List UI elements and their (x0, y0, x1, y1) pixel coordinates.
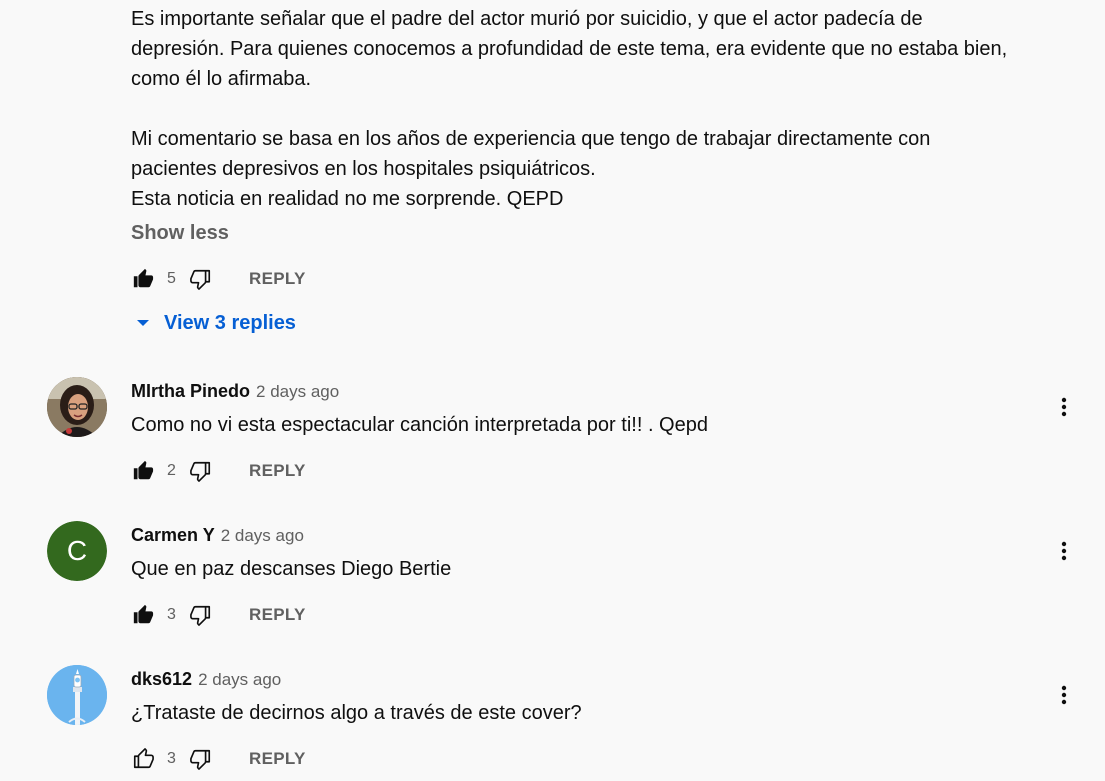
reply-button[interactable]: REPLY (249, 605, 306, 625)
comment-paragraph-2-line-1: Mi comentario se basa en los años de exp… (131, 128, 931, 180)
like-count: 2 (167, 462, 176, 479)
comment-menu-button[interactable] (1052, 539, 1076, 563)
thumbs-up-filled-icon (133, 460, 154, 480)
thumbs-down-icon (190, 605, 211, 626)
like-count: 5 (167, 270, 176, 287)
show-less-button[interactable]: Show less (131, 221, 229, 245)
comment-menu-button[interactable] (1052, 395, 1076, 419)
comment-header: MIrtha Pinedo 2 days ago (131, 379, 339, 404)
thumbs-up-outline-icon (133, 748, 154, 769)
more-vert-icon (1061, 541, 1067, 561)
caret-down-icon (131, 311, 155, 335)
comment-timestamp[interactable]: 2 days ago (256, 382, 339, 401)
thumbs-up-filled-icon (133, 604, 154, 624)
author-name[interactable]: Carmen Y (131, 525, 215, 545)
avatar-letter: C (66, 535, 88, 566)
comment-menu-button[interactable] (1052, 683, 1076, 707)
like-button[interactable] (131, 747, 155, 771)
dislike-button[interactable] (189, 459, 213, 483)
reply-button[interactable]: REPLY (249, 461, 306, 481)
comment-action-bar: 5 REPLY (131, 267, 306, 291)
like-button[interactable] (131, 459, 155, 483)
like-count: 3 (167, 606, 176, 623)
reply-button[interactable]: REPLY (249, 749, 306, 769)
avatar[interactable]: C (47, 521, 107, 581)
author-name[interactable]: MIrtha Pinedo (131, 381, 250, 401)
comment-action-bar: 3 REPLY (131, 603, 306, 627)
comment-paragraph-1: Es importante señalar que el padre del a… (131, 8, 1008, 90)
comment-timestamp[interactable]: 2 days ago (198, 670, 281, 689)
avatar[interactable] (47, 377, 107, 437)
reply-button[interactable]: REPLY (249, 269, 306, 289)
more-vert-icon (1061, 397, 1067, 417)
thumbs-up-filled-icon (133, 268, 154, 288)
comment-timestamp[interactable]: 2 days ago (221, 526, 304, 545)
comment-paragraph-2: Mi comentario se basa en los años de exp… (131, 124, 1011, 214)
dislike-button[interactable] (189, 603, 213, 627)
thumbs-down-icon (190, 461, 211, 482)
author-name[interactable]: dks612 (131, 669, 192, 689)
comment-paragraph-2-line-2: Esta noticia en realidad no me sorprende… (131, 188, 564, 210)
dislike-button[interactable] (189, 267, 213, 291)
view-replies-button[interactable]: View 3 replies (131, 310, 296, 336)
comment-text: ¿Trataste de decirnos algo a través de e… (131, 702, 582, 724)
thumbs-down-icon (190, 749, 211, 770)
like-count: 3 (167, 750, 176, 767)
dislike-button[interactable] (189, 747, 213, 771)
photo-avatar-icon (47, 377, 107, 437)
comment-header: dks612 2 days ago (131, 667, 281, 692)
like-button[interactable] (131, 267, 155, 291)
comment-action-bar: 2 REPLY (131, 459, 306, 483)
expanded-comment-text: Es importante señalar que el padre del a… (131, 4, 1011, 214)
comment-text: Como no vi esta espectacular canción int… (131, 414, 708, 436)
more-vert-icon (1061, 685, 1067, 705)
comment-text: Que en paz descanses Diego Bertie (131, 558, 452, 580)
avatar[interactable] (47, 665, 107, 725)
thumbs-down-icon (190, 269, 211, 290)
view-replies-label: View 3 replies (164, 311, 296, 334)
comment-header: Carmen Y 2 days ago (131, 523, 304, 548)
avatar-letter-circle: C (47, 521, 107, 581)
wand-avatar-icon (47, 665, 107, 725)
like-button[interactable] (131, 603, 155, 627)
comment-action-bar: 3 REPLY (131, 747, 306, 771)
